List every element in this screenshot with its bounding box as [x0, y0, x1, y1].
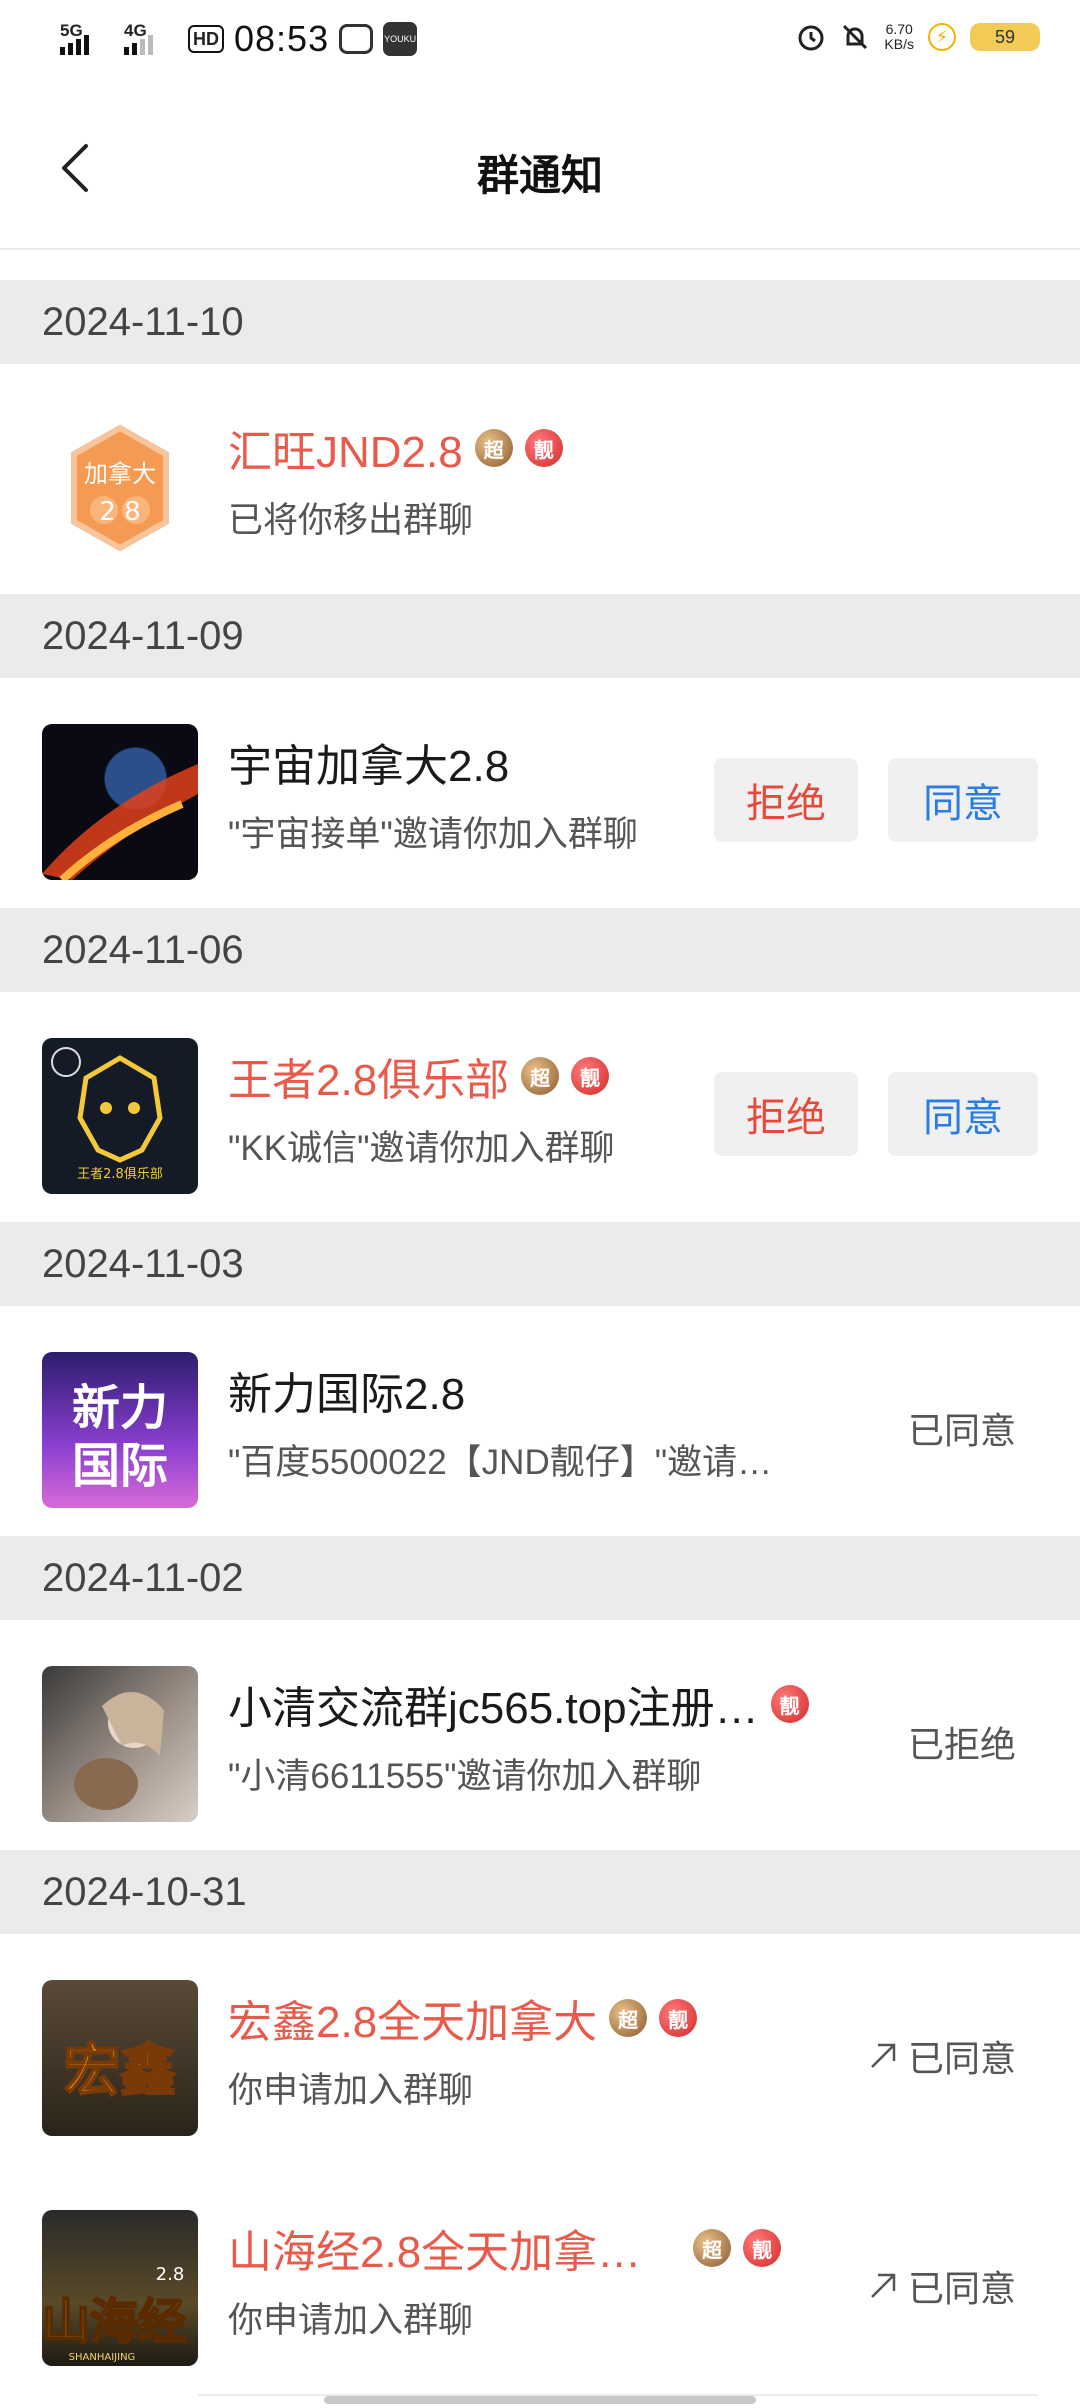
date-header: 2024-11-03	[0, 1222, 1080, 1306]
group-avatar: 2.8 山海经 SHANHAIJING	[42, 2210, 198, 2366]
notice-text: "宇宙接单"邀请你加入群聊	[228, 815, 638, 854]
notice-text: "百度5500022【JND靓仔】"邀请…	[228, 1443, 773, 1482]
group-name: 王者2.8俱乐部 超 靓	[228, 1044, 610, 1108]
arrow-up-right-icon	[871, 2043, 896, 2068]
svg-text:新力: 新力	[72, 1380, 168, 1436]
date-header: 2024-11-06	[0, 908, 1080, 992]
list-item[interactable]: 小清交流群jc565.top注册… 靓 "小清6611555"邀请你加入群聊 已…	[0, 1620, 1080, 1850]
svg-text:2.8: 2.8	[156, 2264, 185, 2285]
pretty-badge-icon: 靓	[524, 429, 563, 467]
group-avatar	[42, 1666, 198, 1822]
notice-text: "KK诚信"邀请你加入群聊	[228, 1129, 615, 1168]
status-label: 已同意	[866, 2260, 1016, 2312]
group-name: 汇旺JND2.8 超 靓	[228, 416, 563, 480]
svg-text:2 8: 2 8	[99, 497, 140, 527]
group-name: 山海经2.8全天加拿… 超 靓	[228, 2216, 782, 2280]
group-avatar: 加拿大 2 8	[42, 410, 198, 566]
clock: 08:53	[234, 18, 330, 59]
super-badge-icon: 超	[474, 429, 513, 467]
signal-4g-icon: 4G	[124, 19, 178, 59]
group-name: 新力国际2.8	[228, 1370, 466, 1419]
pretty-badge-icon: 靓	[770, 1685, 809, 1723]
agree-button[interactable]: 同意	[888, 758, 1038, 842]
status-label: 已同意	[907, 1410, 1016, 1451]
group-name: 宇宙加拿大2.8	[228, 742, 510, 791]
reject-button[interactable]: 拒绝	[714, 758, 858, 842]
svg-text:宏鑫: 宏鑫	[64, 2039, 176, 2104]
network-speed: 6.70 KB/s	[884, 21, 914, 52]
list-item[interactable]: 新力 国际 新力国际2.8 "百度5500022【JND靓仔】"邀请… 已同意	[0, 1306, 1080, 1536]
reject-button[interactable]: 拒绝	[714, 1072, 858, 1156]
group-name: 小清交流群jc565.top注册… 靓	[228, 1672, 809, 1736]
notice-text: "小清6611555"邀请你加入群聊	[228, 1757, 702, 1796]
hd-voice-icon: HD	[188, 25, 224, 53]
date-header: 2024-11-10	[0, 280, 1080, 364]
notice-text: 你申请加入群聊	[228, 2301, 474, 2340]
svg-text:山海经: 山海经	[42, 2294, 186, 2350]
status-label: 已同意	[866, 2030, 1016, 2082]
nav-bar: 群通知	[0, 84, 1080, 250]
alarm-icon	[798, 25, 824, 51]
date-header: 2024-11-02	[0, 1536, 1080, 1620]
super-badge-icon: 超	[693, 2229, 732, 2267]
notice-text: 你申请加入群聊	[228, 2071, 474, 2110]
svg-text:国际: 国际	[72, 1438, 168, 1494]
pretty-badge-icon: 靓	[659, 1999, 698, 2037]
super-badge-icon: 超	[609, 1999, 648, 2037]
group-avatar	[42, 724, 198, 880]
group-avatar: 王者2.8俱乐部	[42, 1038, 198, 1194]
pretty-badge-icon: 靓	[743, 2229, 782, 2267]
mute-bell-icon	[843, 24, 868, 50]
group-name: 宏鑫2.8全天加拿大 超 靓	[228, 1986, 698, 2050]
list-item[interactable]: 加拿大 2 8 汇旺JND2.8 超 靓 已将你移出群聊	[0, 364, 1080, 594]
status-label: 已拒绝	[907, 1724, 1016, 1765]
group-avatar: 宏鑫	[42, 1980, 198, 2136]
pretty-badge-icon: 靓	[571, 1057, 610, 1095]
date-header: 2024-10-31	[0, 1850, 1080, 1934]
svg-text:SHANHAIJING: SHANHAIJING	[69, 2352, 136, 2363]
svg-text:王者2.8俱乐部: 王者2.8俱乐部	[77, 1167, 163, 1182]
status-bar: 5G 4G HD 08:53 YOUKU 6.70 KB/s ⚡ 59	[0, 0, 1080, 84]
home-indicator[interactable]	[324, 2396, 756, 2404]
list-item[interactable]: 宇宙加拿大2.8 "宇宙接单"邀请你加入群聊 拒绝 同意	[0, 678, 1080, 908]
super-badge-icon: 超	[521, 1057, 560, 1095]
date-header: 2024-11-09	[0, 594, 1080, 678]
notice-text: 已将你移出群聊	[228, 501, 474, 540]
page-title: 群通知	[476, 152, 603, 199]
signal-5g-icon: 5G	[60, 19, 114, 59]
game-controller-icon	[339, 24, 374, 54]
agree-button[interactable]: 同意	[888, 1072, 1038, 1156]
list-item[interactable]: 宏鑫 宏鑫2.8全天加拿大 超 靓 你申请加入群聊 已同意	[0, 1934, 1080, 2164]
arrow-up-right-icon	[871, 2273, 896, 2298]
list-item[interactable]: 王者2.8俱乐部 王者2.8俱乐部 超 靓 "KK诚信"邀请你加入群聊 拒绝 同…	[0, 992, 1080, 1222]
svg-text:加拿大: 加拿大	[84, 460, 156, 488]
youku-app-icon: YOUKU	[383, 22, 418, 56]
charging-icon: ⚡	[928, 23, 956, 51]
group-avatar: 新力 国际	[42, 1352, 198, 1508]
battery-indicator: 59	[970, 23, 1040, 51]
list-item[interactable]: 2.8 山海经 SHANHAIJING 山海经2.8全天加拿… 超 靓 你申请加…	[0, 2164, 1080, 2394]
